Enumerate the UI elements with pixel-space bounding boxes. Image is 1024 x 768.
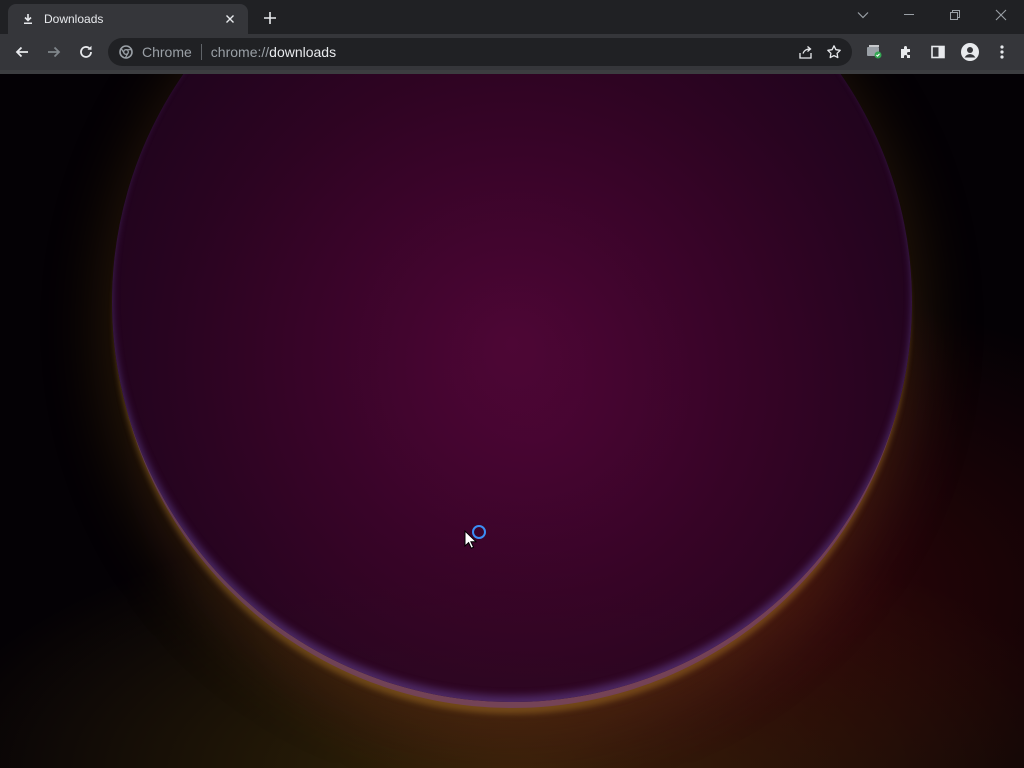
- omnibox[interactable]: Chrome chrome:// downloads: [108, 38, 852, 66]
- share-icon[interactable]: [792, 38, 820, 66]
- page-content: [0, 74, 1024, 768]
- url-host: downloads: [269, 44, 337, 60]
- download-icon: [20, 11, 36, 27]
- close-window-icon[interactable]: [978, 0, 1024, 30]
- reload-icon[interactable]: [72, 38, 100, 66]
- forward-arrow-icon[interactable]: [40, 38, 68, 66]
- plus-icon[interactable]: [258, 6, 282, 30]
- back-arrow-icon[interactable]: [8, 38, 36, 66]
- shopping-extension-icon[interactable]: [860, 38, 888, 66]
- minimize-icon[interactable]: [886, 0, 932, 30]
- tab-title: Downloads: [44, 12, 104, 26]
- profile-avatar-icon[interactable]: [956, 38, 984, 66]
- browser-window: Downloads Chrome chrome:// downloads: [0, 0, 1024, 768]
- restore-icon[interactable]: [932, 0, 978, 30]
- more-menu-icon[interactable]: [988, 38, 1016, 66]
- tab-strip: Downloads: [0, 0, 1024, 34]
- tab-search-icon[interactable]: [840, 0, 886, 30]
- chrome-logo-icon: [118, 44, 134, 60]
- omnibox-actions: [792, 38, 848, 66]
- mouse-pointer-icon: [464, 530, 478, 549]
- omnibox-separator: [200, 44, 202, 60]
- tab-downloads[interactable]: Downloads: [8, 4, 248, 34]
- puzzle-extensions-icon[interactable]: [892, 38, 920, 66]
- side-panel-icon[interactable]: [924, 38, 952, 66]
- window-controls: [840, 0, 1024, 30]
- url-scheme: chrome://: [210, 44, 270, 60]
- toolbar: Chrome chrome:// downloads: [0, 34, 1024, 70]
- close-icon[interactable]: [222, 11, 238, 27]
- omnibox-chip-label: Chrome: [142, 44, 192, 60]
- bookmark-star-icon[interactable]: [820, 38, 848, 66]
